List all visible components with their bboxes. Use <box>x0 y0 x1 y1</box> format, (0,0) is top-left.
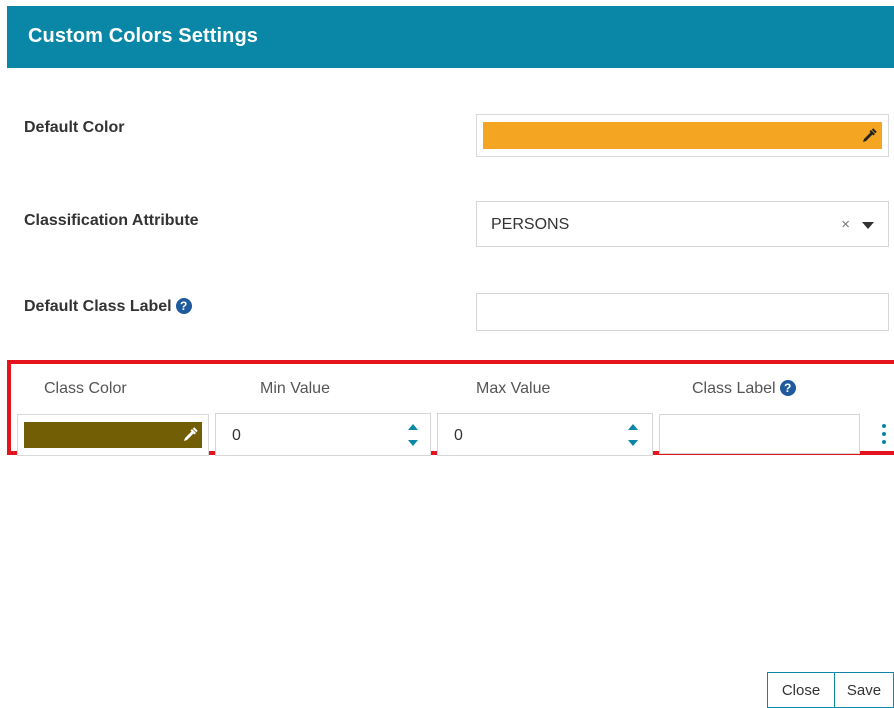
clear-icon[interactable]: × <box>841 216 850 233</box>
class-color-picker[interactable] <box>17 414 209 456</box>
max-value-input[interactable]: 0 <box>437 413 653 456</box>
min-value: 0 <box>232 427 241 444</box>
eyedropper-icon[interactable] <box>860 127 878 145</box>
classification-attribute-label: Classification Attribute <box>24 212 199 229</box>
default-color-swatch <box>483 122 882 149</box>
classification-attribute-value: PERSONS <box>491 216 570 233</box>
help-icon[interactable]: ? <box>175 298 192 314</box>
increment-icon[interactable] <box>628 424 638 430</box>
eyedropper-icon[interactable] <box>181 426 199 444</box>
class-color-header: Class Color <box>44 380 127 397</box>
default-class-label-label: Default Class Label? <box>24 298 192 316</box>
class-label-header: Class Label? <box>692 380 796 398</box>
max-value: 0 <box>454 427 463 444</box>
dialog-header: Custom Colors Settings <box>7 6 894 68</box>
close-button[interactable]: Close <box>767 672 835 708</box>
help-icon[interactable]: ? <box>779 380 796 396</box>
default-color-label: Default Color <box>24 119 125 136</box>
classification-attribute-select[interactable]: PERSONS × <box>476 201 889 247</box>
class-label-header-text: Class Label <box>692 380 776 397</box>
decrement-icon[interactable] <box>628 440 638 446</box>
min-value-input[interactable]: 0 <box>215 413 431 456</box>
max-value-header: Max Value <box>476 380 551 397</box>
class-label-input[interactable] <box>659 414 860 454</box>
chevron-down-icon[interactable] <box>862 222 874 229</box>
default-color-picker[interactable] <box>476 114 889 157</box>
increment-icon[interactable] <box>408 424 418 430</box>
row-menu-icon[interactable] <box>881 424 887 446</box>
dialog-title: Custom Colors Settings <box>28 25 258 47</box>
min-value-header: Min Value <box>260 380 330 397</box>
decrement-icon[interactable] <box>408 440 418 446</box>
default-class-label-input[interactable] <box>476 293 889 331</box>
save-button[interactable]: Save <box>834 672 894 708</box>
class-color-swatch <box>24 422 202 448</box>
default-class-label-text: Default Class Label <box>24 298 172 315</box>
